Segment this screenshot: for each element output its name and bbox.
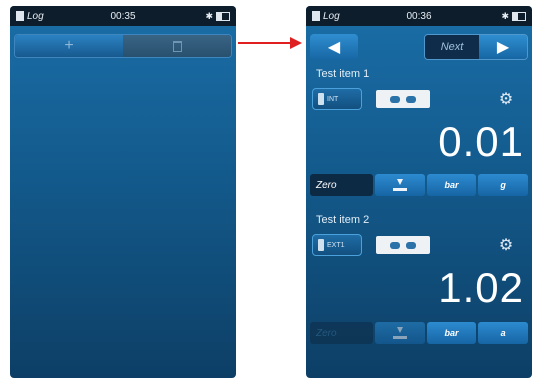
unit-button[interactable]: bar bbox=[426, 322, 477, 344]
sensor-label: INT bbox=[327, 95, 339, 103]
add-button[interactable]: + bbox=[15, 35, 123, 57]
arrow-pointer bbox=[238, 37, 302, 49]
pressure-gauge-icon bbox=[376, 236, 430, 254]
mode-button[interactable]: a bbox=[478, 322, 528, 344]
tare-button[interactable] bbox=[375, 322, 425, 344]
reading-value: 1.02 bbox=[438, 264, 524, 311]
document-icon bbox=[312, 11, 320, 21]
right-device-screen: Log 00:36 ✱ ◀ Next ▶ Test item 1 INT ⚙ 0… bbox=[306, 6, 532, 378]
sensor-icon bbox=[318, 93, 324, 105]
sensor-icon bbox=[318, 239, 324, 251]
next-group: Next ▶ bbox=[424, 34, 528, 60]
delete-button[interactable] bbox=[123, 35, 231, 57]
arrow-left-icon: ◀ bbox=[327, 39, 341, 56]
tare-icon bbox=[392, 327, 407, 339]
mode-button[interactable]: g bbox=[478, 174, 528, 196]
document-icon bbox=[16, 11, 24, 21]
pressure-gauge-icon bbox=[376, 90, 430, 108]
next-label: Next bbox=[425, 35, 479, 59]
app-name: Log bbox=[323, 10, 340, 22]
sensor-select-button[interactable]: EXT1 bbox=[312, 234, 362, 256]
back-button[interactable]: ◀ bbox=[310, 34, 358, 60]
battery-icon bbox=[512, 11, 526, 21]
sensor-label: EXT1 bbox=[327, 241, 345, 249]
sensor-select-button[interactable]: INT bbox=[312, 88, 362, 110]
status-bar: Log 00:36 ✱ bbox=[306, 6, 532, 26]
tare-icon bbox=[392, 179, 407, 191]
item-controls: Zero bar a bbox=[310, 322, 528, 344]
arrow-right-icon: ▶ bbox=[496, 39, 510, 56]
forward-button[interactable]: ▶ bbox=[479, 35, 527, 59]
app-name: Log bbox=[27, 10, 44, 22]
nav-bar: ◀ Next ▶ bbox=[310, 34, 528, 60]
item-title: Test item 1 bbox=[316, 68, 370, 80]
item-controls: Zero bar g bbox=[310, 174, 528, 196]
gear-icon[interactable]: ⚙ bbox=[498, 92, 514, 108]
gear-icon[interactable]: ⚙ bbox=[498, 238, 514, 254]
tare-button[interactable] bbox=[375, 174, 425, 196]
left-device-screen: Log 00:35 ✱ + bbox=[10, 6, 236, 378]
battery-icon bbox=[216, 11, 230, 21]
bluetooth-icon: ✱ bbox=[501, 10, 509, 21]
status-bar: Log 00:35 ✱ bbox=[10, 6, 236, 26]
item-title: Test item 2 bbox=[316, 214, 370, 226]
log-toolbar: + bbox=[14, 34, 232, 58]
trash-icon bbox=[172, 40, 182, 52]
zero-button[interactable]: Zero bbox=[310, 322, 374, 344]
reading-value: 0.01 bbox=[438, 118, 524, 165]
unit-button[interactable]: bar bbox=[426, 174, 477, 196]
bluetooth-icon: ✱ bbox=[205, 10, 213, 21]
zero-button[interactable]: Zero bbox=[310, 174, 374, 196]
